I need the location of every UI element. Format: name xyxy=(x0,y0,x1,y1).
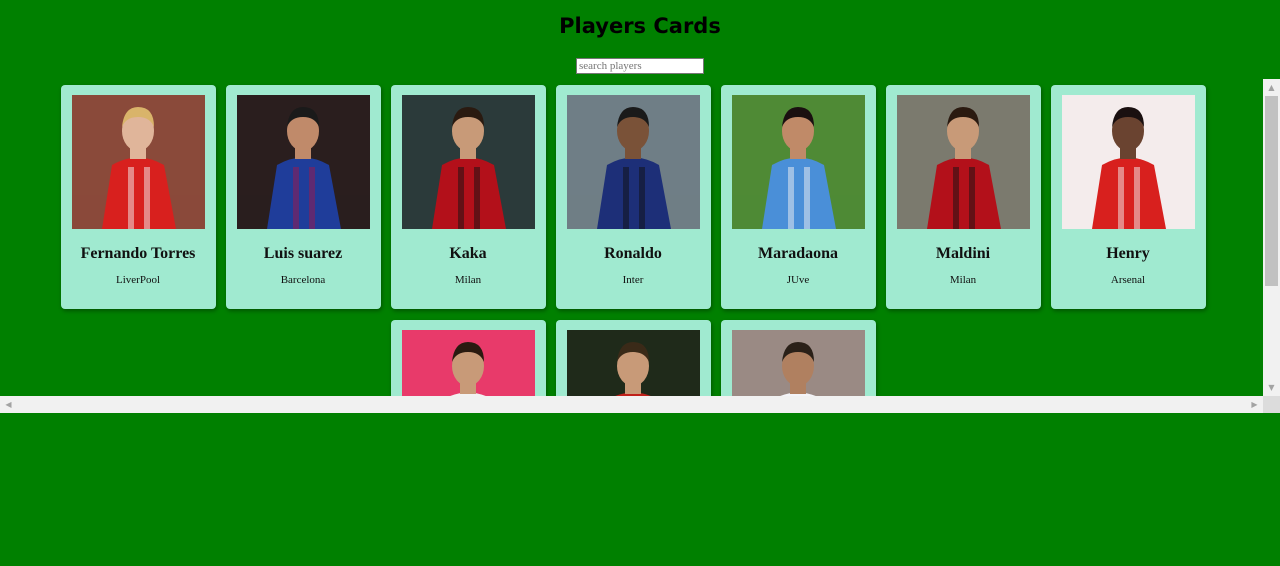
player-club: JUve xyxy=(786,274,810,286)
player-photo-icon xyxy=(731,95,865,229)
player-name: Henry xyxy=(1106,245,1150,262)
player-club: Milan xyxy=(949,274,977,286)
scroll-up-arrow-icon[interactable]: ▲ xyxy=(1263,79,1280,96)
player-name: Maradaona xyxy=(758,245,838,262)
player-card[interactable]: Fernando Torres LiverPool xyxy=(60,85,216,309)
horizontal-scrollbar[interactable]: ◀ ▶ xyxy=(0,396,1263,413)
player-club: LiverPool xyxy=(116,274,160,286)
player-name: Luis suarez xyxy=(263,245,343,262)
player-photo-icon xyxy=(401,330,535,396)
vertical-scroll-thumb[interactable] xyxy=(1265,96,1278,286)
player-name: Maldini xyxy=(935,245,991,262)
player-card[interactable]: Kaka Milan xyxy=(390,85,546,309)
scroll-right-arrow-icon[interactable]: ▶ xyxy=(1246,396,1263,413)
player-photo-icon xyxy=(1061,95,1195,229)
player-card[interactable]: Maradaona JUve xyxy=(720,85,876,309)
player-card[interactable] xyxy=(390,320,546,396)
player-club: Arsenal xyxy=(1110,274,1146,286)
scroll-left-arrow-icon[interactable]: ◀ xyxy=(0,396,17,413)
player-photo-icon xyxy=(71,95,205,229)
player-photo-icon xyxy=(896,95,1030,229)
scrollbar-corner xyxy=(1263,396,1280,413)
player-card[interactable]: Luis suarez Barcelona xyxy=(225,85,381,309)
page-title: Players Cards xyxy=(559,14,721,38)
player-name: Fernando Torres xyxy=(80,245,196,262)
player-name: Kaka xyxy=(449,245,487,262)
player-card-grid: Fernando Torres LiverPool Luis suarez Barce… xyxy=(58,85,1208,396)
player-card[interactable]: Maldini Milan xyxy=(885,85,1041,309)
player-club: Milan xyxy=(454,274,482,286)
vertical-scrollbar[interactable]: ▲ ▼ xyxy=(1263,79,1280,396)
player-photo-icon xyxy=(731,330,865,396)
player-club: Barcelona xyxy=(280,274,326,286)
player-card[interactable]: Henry Arsenal xyxy=(1050,85,1206,309)
player-photo-icon xyxy=(401,95,535,229)
player-photo-icon xyxy=(236,95,370,229)
player-club: Inter xyxy=(622,274,644,286)
player-name: Ronaldo xyxy=(604,245,662,262)
scroll-down-arrow-icon[interactable]: ▼ xyxy=(1263,379,1280,396)
player-card[interactable] xyxy=(720,320,876,396)
player-photo-icon xyxy=(566,330,700,396)
search-input[interactable] xyxy=(576,58,704,74)
player-card[interactable]: Ronaldo Inter xyxy=(555,85,711,309)
cards-scroll-area[interactable]: Fernando Torres LiverPool Luis suarez Barce… xyxy=(0,79,1263,396)
player-photo-icon xyxy=(566,95,700,229)
player-card[interactable] xyxy=(555,320,711,396)
